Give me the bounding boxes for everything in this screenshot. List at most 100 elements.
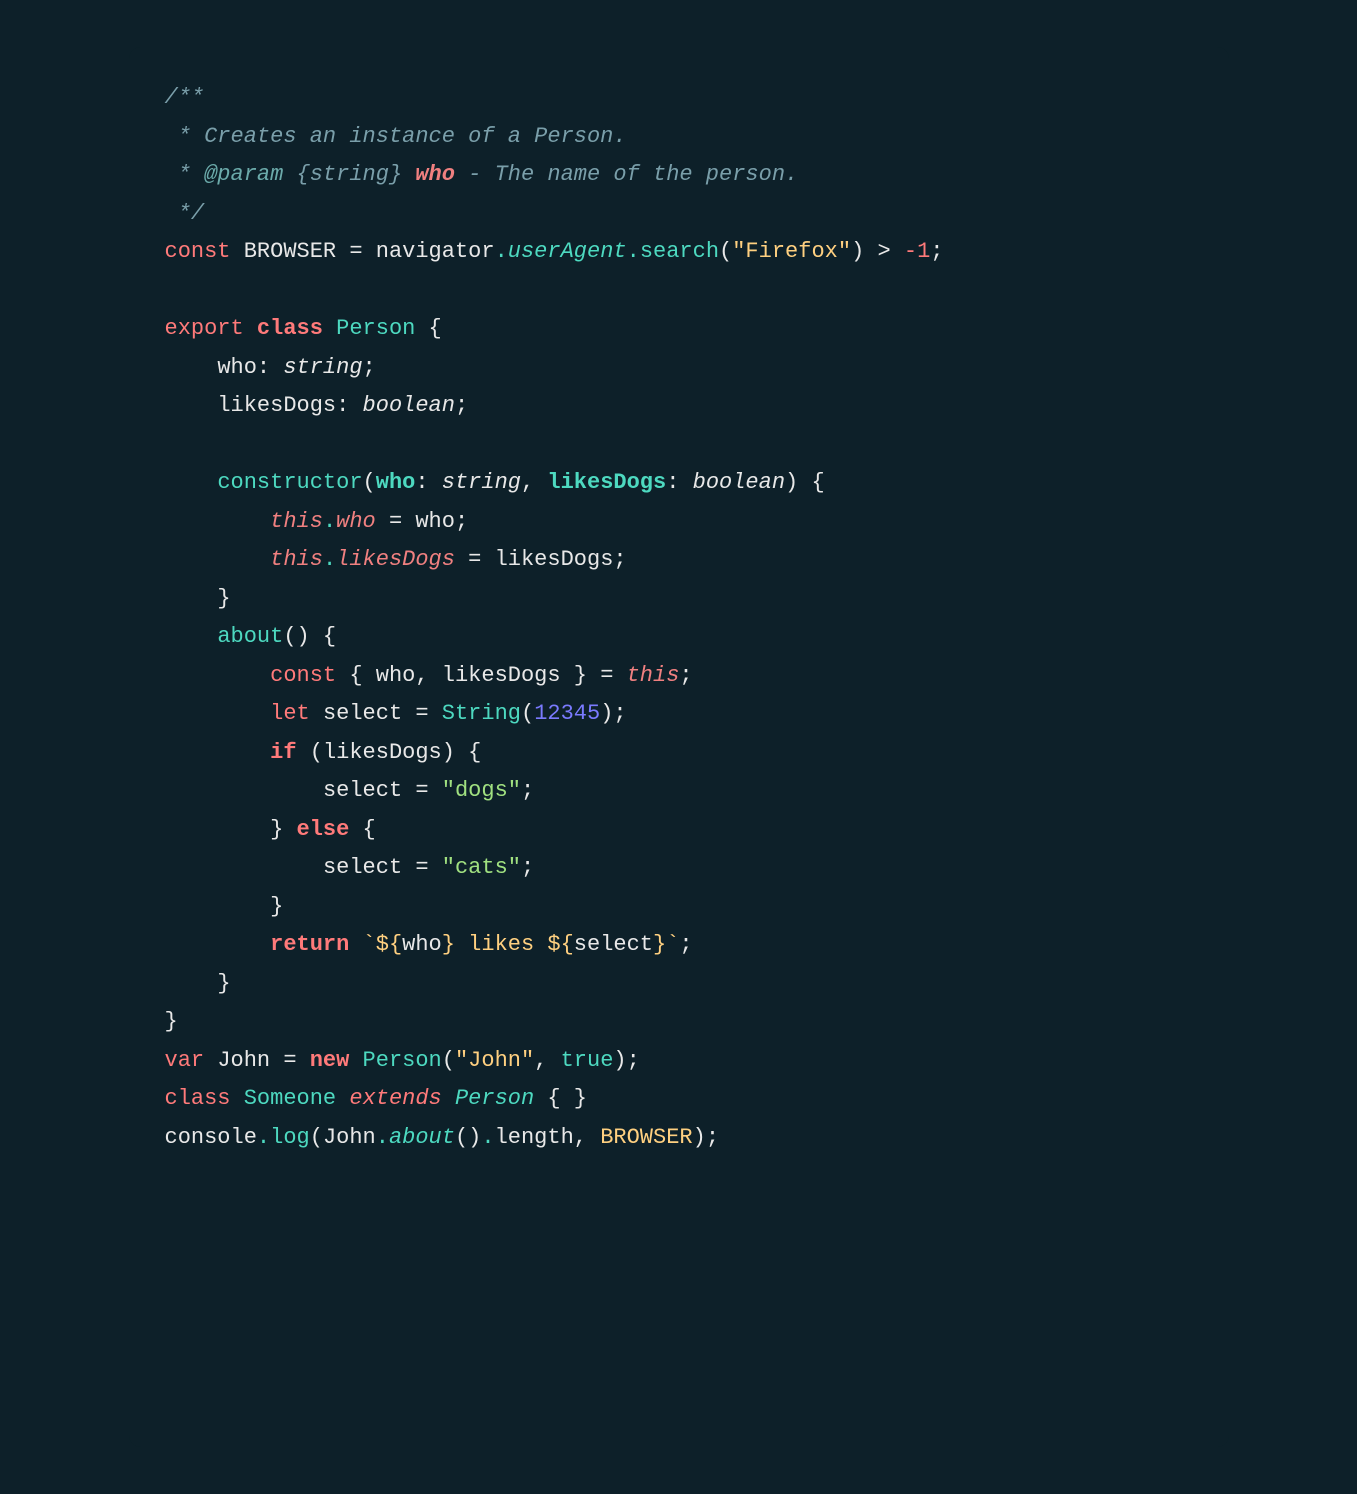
- space1: [231, 233, 244, 272]
- string-call: String: [442, 695, 521, 734]
- dot5: .: [257, 1119, 270, 1158]
- if-cond: likesDogs: [323, 734, 442, 773]
- close-if: }: [270, 811, 296, 850]
- kw-else: else: [297, 811, 350, 850]
- firefox-string: "Firefox": [732, 233, 851, 272]
- line-const-destruct: const { who, likesDogs } = this;: [165, 657, 1193, 696]
- close-about: }: [217, 965, 230, 1004]
- else-brace: {: [349, 811, 375, 850]
- dot2: .: [627, 233, 640, 272]
- who-val: who: [415, 503, 455, 542]
- template-who: who: [402, 926, 442, 965]
- brace2: {: [798, 464, 824, 503]
- prop-likesdogs: likesDogs: [217, 387, 336, 426]
- person-class2: Person: [363, 1042, 442, 1081]
- paren-open: (: [719, 233, 732, 272]
- kw-var: var: [165, 1042, 205, 1081]
- type-str2: string: [442, 464, 521, 503]
- line-class-someone: class Someone extends Person { }: [165, 1080, 1193, 1119]
- dot3: .: [323, 503, 336, 542]
- line-else: } else {: [165, 811, 1193, 850]
- indent16: [165, 965, 218, 1004]
- indent7: [165, 618, 218, 657]
- indent9: [165, 695, 271, 734]
- indent1: [165, 349, 218, 388]
- space-eq: =: [336, 233, 376, 272]
- line-this-likesdogs: this.likesDogs = likesDogs;: [165, 541, 1193, 580]
- line-if: if (likesDogs) {: [165, 734, 1193, 773]
- line-return: return `${who} likes ${select}`;: [165, 926, 1193, 965]
- paren3: ): [785, 464, 798, 503]
- indent10: [165, 734, 271, 773]
- about-call: about: [389, 1119, 455, 1158]
- line-select-cats: select = "cats";: [165, 849, 1193, 888]
- template-likes: likes: [455, 926, 547, 965]
- minus-one: -1: [904, 233, 930, 272]
- indent4: [165, 503, 271, 542]
- kw-new: new: [310, 1042, 350, 1081]
- indent3: [165, 464, 218, 503]
- paren7: ): [613, 1042, 626, 1081]
- navigator: navigator: [376, 233, 495, 272]
- type-boolean: boolean: [363, 387, 455, 426]
- space2: [244, 310, 257, 349]
- class-person2: Person: [455, 1080, 534, 1119]
- indent14: [165, 888, 271, 927]
- class-someone: Someone: [244, 1080, 336, 1119]
- class-person: Person: [336, 310, 415, 349]
- search-call: search: [640, 233, 719, 272]
- line-about: about() {: [165, 618, 1193, 657]
- space9: [349, 1042, 362, 1081]
- line-comment-close: */: [165, 195, 1193, 234]
- dot6: .: [376, 1119, 389, 1158]
- this1: this: [270, 503, 323, 542]
- paren5: ): [600, 695, 613, 734]
- semicolon1: ;: [930, 233, 943, 272]
- colon1: :: [257, 349, 283, 388]
- line-select-dogs: select = "dogs";: [165, 772, 1193, 811]
- braces-empty: { }: [534, 1080, 587, 1119]
- comma2: ,: [415, 657, 441, 696]
- eq4: =: [402, 772, 442, 811]
- template-dollar1: ${: [376, 926, 402, 965]
- method-about: about: [217, 618, 283, 657]
- line-export-class: export class Person {: [165, 310, 1193, 349]
- log-call: log: [270, 1119, 310, 1158]
- template-select: select: [574, 926, 653, 965]
- string-john: "John": [455, 1042, 534, 1081]
- space-brace: {: [415, 310, 441, 349]
- line-who-prop: who: string;: [165, 349, 1193, 388]
- string-dogs: "dogs": [442, 772, 521, 811]
- semi4: ;: [455, 503, 468, 542]
- parens-about2: (): [455, 1119, 481, 1158]
- bool-true: true: [561, 1042, 614, 1081]
- paren9: ): [693, 1119, 706, 1158]
- kw-let: let: [270, 695, 310, 734]
- space5: [310, 695, 323, 734]
- template-close1: }: [442, 926, 455, 965]
- browser-arg: BROWSER: [600, 1119, 692, 1158]
- semi9: ;: [521, 849, 534, 888]
- comment-star: *: [165, 156, 205, 195]
- string-cats: "cats": [442, 849, 521, 888]
- space4: {: [336, 657, 376, 696]
- code-editor: /** * Creates an instance of a Person. *…: [129, 47, 1229, 1447]
- template-tick1: `: [363, 926, 376, 965]
- console-obj: console: [165, 1119, 257, 1158]
- indent5: [165, 541, 271, 580]
- kw-const: const: [165, 233, 231, 272]
- indent15: [165, 926, 271, 965]
- likesdogs-val: likesDogs: [495, 541, 614, 580]
- paren6: (: [442, 1042, 455, 1081]
- paren2: (: [363, 464, 376, 503]
- gt-op: >: [864, 233, 904, 272]
- close-else: }: [270, 888, 283, 927]
- colon3: :: [415, 464, 441, 503]
- prop-who: who: [217, 349, 257, 388]
- type-string: string: [283, 349, 362, 388]
- paren8: (: [310, 1119, 323, 1158]
- kw-extends: extends: [349, 1080, 441, 1119]
- indent8: [165, 657, 271, 696]
- user-agent: userAgent: [508, 233, 627, 272]
- comment-at-param: @param: [204, 156, 283, 195]
